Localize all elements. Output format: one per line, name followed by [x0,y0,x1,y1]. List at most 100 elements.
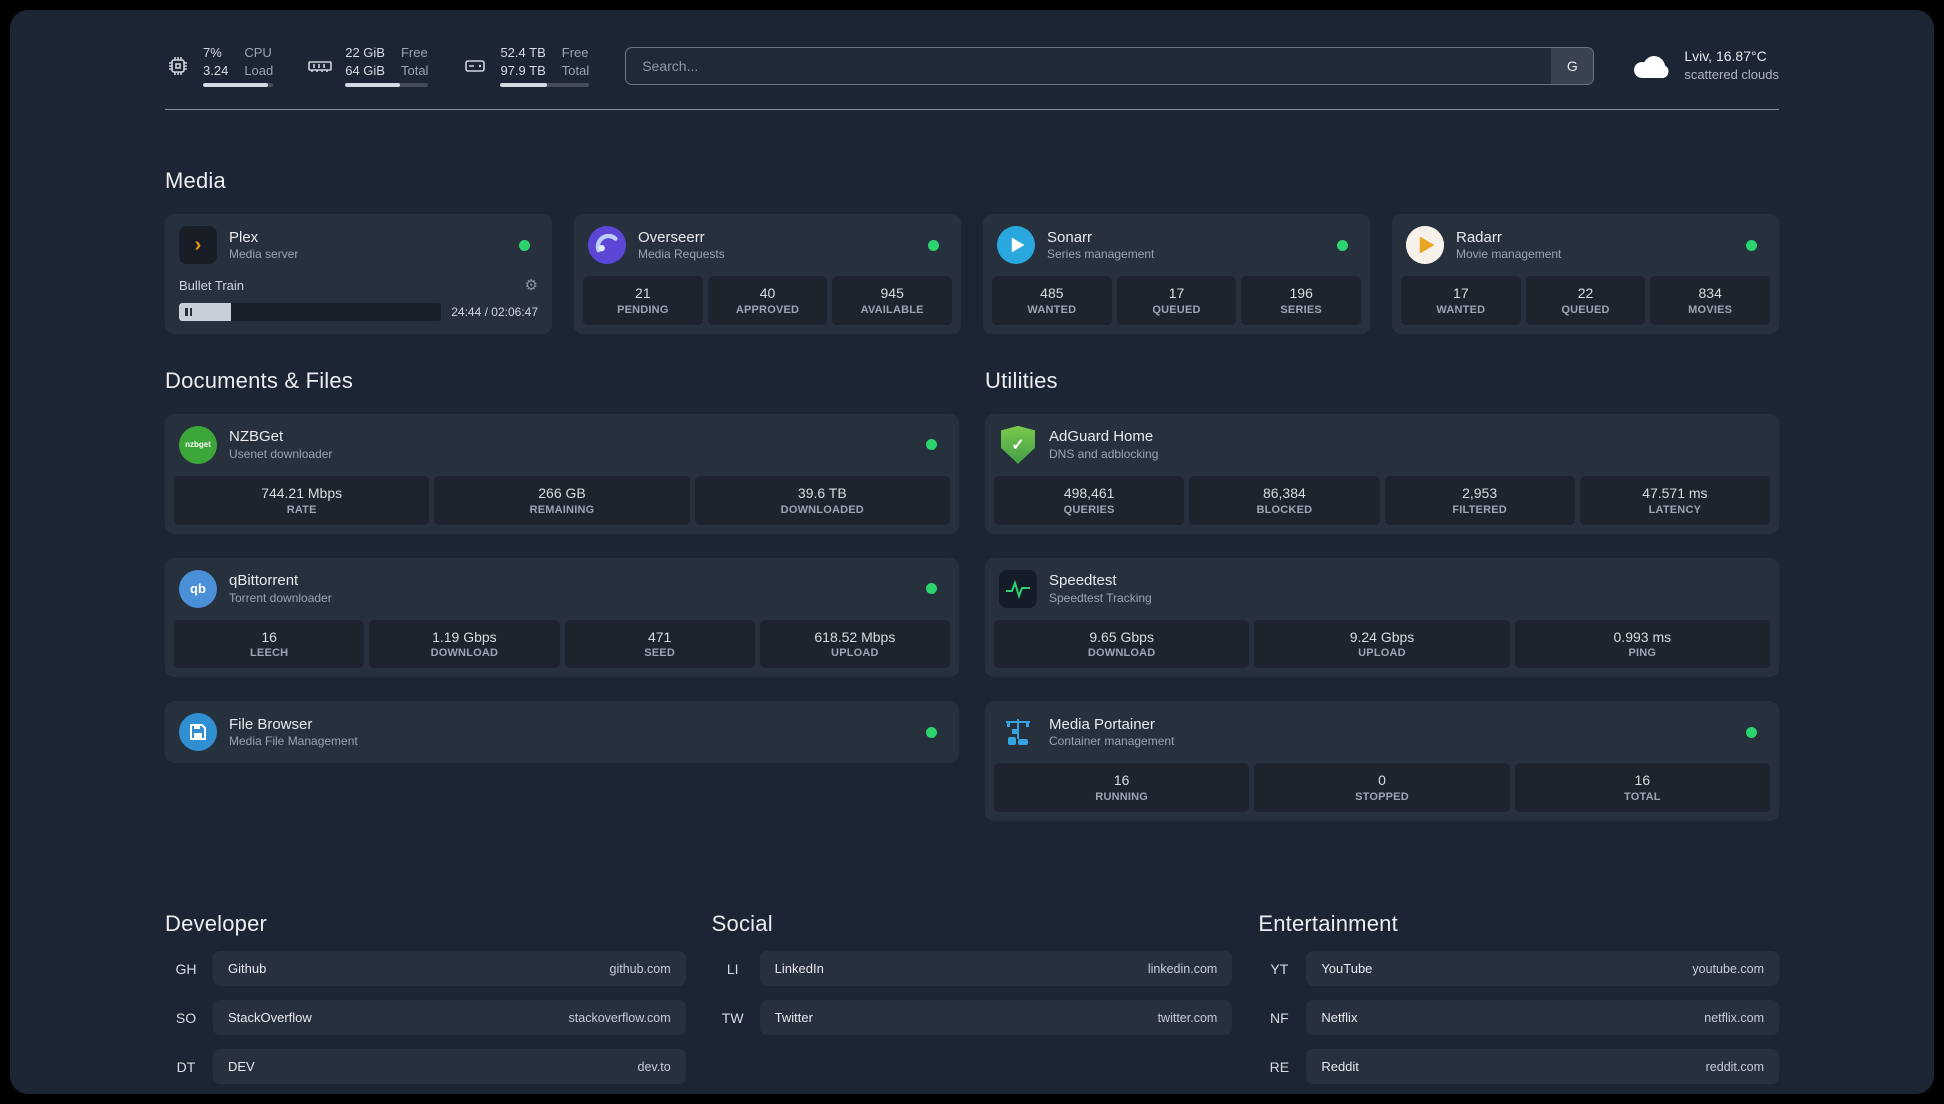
gear-icon[interactable]: ⚙ [525,276,538,294]
bookmark-group-entertainment: Entertainment YT YouTube youtube.com NF … [1258,911,1779,1085]
bookmark-item: YT YouTube youtube.com [1258,951,1779,987]
playback-progress-bar[interactable] [179,303,442,322]
stat-tile: 9.24 Gbps UPLOAD [1254,619,1510,669]
memory-total: 64 GiB [345,62,385,78]
stat-tile: 16 RUNNING [994,763,1250,813]
qbittorrent-icon: qb [179,569,217,608]
service-name: Media Portainer [1049,715,1155,733]
stat-tile: 485 WANTED [992,276,1112,325]
service-name: Overseerr [638,228,705,246]
weather-location: Lviv, 16.87°C [1684,48,1767,65]
service-card-filebrowser[interactable]: File Browser Media File Management [165,701,959,764]
nzbget-icon: nzbget [179,425,217,464]
section-title-utilities: Utilities [985,367,1058,393]
bookmark-item: NF Netflix netflix.com [1258,1000,1779,1036]
bookmark-abbr: SO [175,1009,197,1026]
bookmark-abbr: DT [176,1058,196,1075]
status-dot [519,239,530,251]
disk-label-top: Free [561,45,589,60]
adguard-icon: ✓ [999,425,1037,464]
bookmark-link-youtube[interactable]: YouTube youtube.com [1306,951,1779,987]
service-subtitle: DNS and adblocking [1049,446,1159,461]
service-subtitle: Speedtest Tracking [1049,590,1152,605]
section-title-documents: Documents & Files [165,367,354,393]
weather-widget: Lviv, 16.87°C scattered clouds [1630,47,1779,83]
stat-tile: 744.21 Mbps RATE [174,475,430,525]
bookmark-item: RE Reddit reddit.com [1258,1049,1779,1085]
cloud-icon [1630,51,1672,81]
bookmark-group-developer: Developer GH Github github.com SO StackO… [165,911,686,1085]
stat-tile: 266 GB REMAINING [434,475,690,525]
resource-widgets: 7% 3.24 CPU Load 22 GiB 64 GiB Free Tota… [165,44,590,88]
cpu-load-value: 3.24 [203,62,229,78]
service-card-radarr[interactable]: Radarr Movie management 17 WANTED 22 QUEUE… [1392,214,1779,334]
stat-tile: 618.52 Mbps UPLOAD [759,619,950,669]
pause-icon[interactable] [185,308,192,317]
stat-tile: 2,953 FILTERED [1384,475,1575,525]
service-name: Sonarr [1047,228,1093,246]
service-card-qbittorrent[interactable]: qb qBittorrent Torrent downloader 16 LEEC… [165,557,959,678]
service-card-sonarr[interactable]: Sonarr Series management 485 WANTED 17 QUE… [983,214,1370,334]
service-name: File Browser [229,715,313,733]
stat-tile: 86,384 BLOCKED [1189,475,1380,525]
bookmark-abbr: TW [721,1009,744,1026]
bookmark-link-stackoverflow[interactable]: StackOverflow stackoverflow.com [213,1000,686,1036]
service-subtitle: Torrent downloader [229,590,332,605]
bookmark-group-social: Social LI LinkedIn linkedin.com TW Twitt… [712,911,1233,1084]
search-provider-button[interactable]: G [1551,47,1594,84]
service-subtitle: Movie management [1456,247,1562,262]
service-card-speedtest[interactable]: Speedtest Speedtest Tracking 9.65 Gbps DO… [985,557,1779,678]
status-dot [1746,239,1757,251]
stat-tile: 17 WANTED [1401,276,1521,325]
bookmark-item: DT DEV dev.to [165,1049,686,1085]
weather-condition: scattered clouds [1684,67,1779,83]
stat-tile: 39.6 TB DOWNLOADED [694,475,950,525]
stat-tile: 40 APPROVED [707,276,828,325]
service-card-portainer[interactable]: Media Portainer Container management 16 R… [985,701,1779,822]
service-card-nzbget[interactable]: nzbget NZBGet Usenet downloader 744.21 M… [165,413,959,534]
memory-label-top: Free [400,45,428,60]
bookmark-item: SO StackOverflow stackoverflow.com [165,1000,686,1036]
service-name: NZBGet [229,428,284,446]
stat-tile: 1.19 Gbps DOWNLOAD [369,619,560,669]
bookmark-link-twitter[interactable]: Twitter twitter.com [759,1000,1233,1036]
bookmark-link-linkedin[interactable]: LinkedIn linkedin.com [759,951,1233,987]
disk-icon [462,53,488,79]
bookmark-link-dev[interactable]: DEV dev.to [213,1049,686,1085]
stat-tile: 16 TOTAL [1514,763,1770,813]
speedtest-icon [999,569,1037,608]
memory-widget: 22 GiB 64 GiB Free Total [307,44,429,88]
service-name: AdGuard Home [1049,428,1154,446]
stat-tile: 834 MOVIES [1650,276,1771,325]
service-card-overseerr[interactable]: Overseerr Media Requests 21 PENDING 40 APP… [574,214,961,334]
portainer-icon [999,713,1037,751]
now-playing-title: Bullet Train [179,277,245,293]
dashboard-root: 7% 3.24 CPU Load 22 GiB 64 GiB Free Tota… [10,10,1934,1094]
service-subtitle: Media Requests [638,247,725,262]
status-dot [1746,726,1757,738]
service-card-adguard[interactable]: ✓ AdGuard Home DNS and adblocking 498,46… [985,413,1779,534]
bookmark-link-netflix[interactable]: Netflix netflix.com [1306,1000,1779,1036]
service-name: qBittorrent [229,572,299,590]
section-title-developer: Developer [165,911,268,937]
service-card-plex[interactable]: › Plex Media server Bullet Train ⚙ 24:44… [165,214,552,334]
disk-label-bottom: Total [561,62,590,78]
playback-time: 24:44 / 02:06:47 [451,305,538,320]
search-input[interactable] [626,47,1552,84]
stat-tile: 0 STOPPED [1254,763,1510,813]
disk-free: 52.4 TB [500,45,546,60]
filebrowser-icon [179,713,217,752]
plex-icon: › [179,226,217,265]
bookmark-link-reddit[interactable]: Reddit reddit.com [1306,1049,1779,1085]
status-dot [928,239,939,251]
bookmark-link-github[interactable]: Github github.com [213,951,686,987]
overseerr-icon [588,226,626,265]
status-dot [926,583,937,595]
stat-tile: 498,461 QUERIES [994,475,1185,525]
cpu-widget: 7% 3.24 CPU Load [165,44,274,88]
stat-tile: 0.993 ms PING [1514,619,1770,669]
stat-tile: 21 PENDING [583,276,703,325]
stat-tile: 22 QUEUED [1525,276,1646,325]
memory-label-bottom: Total [400,62,429,78]
memory-free: 22 GiB [345,45,385,60]
